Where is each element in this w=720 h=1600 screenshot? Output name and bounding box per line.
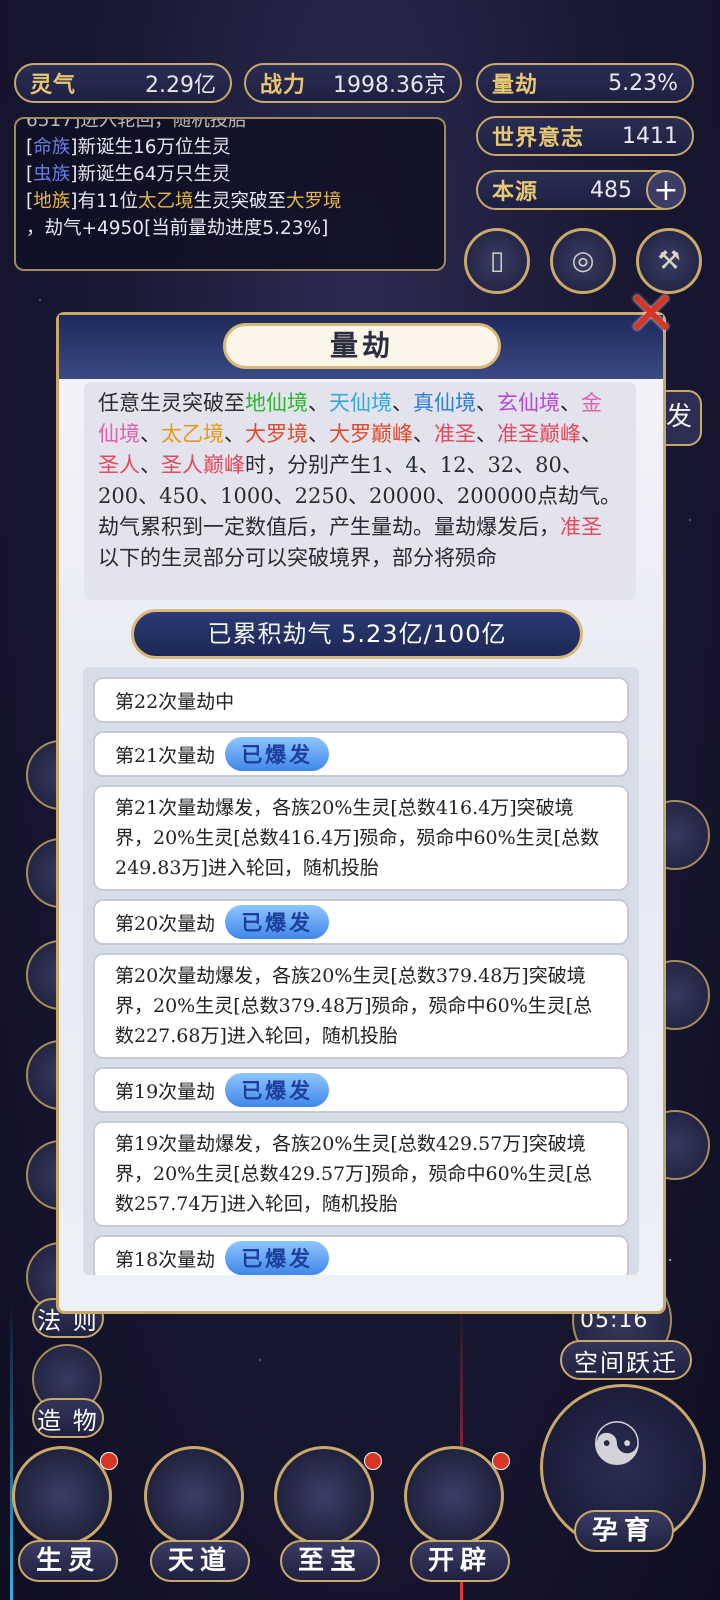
- liangjie-value: 5.23%: [608, 70, 678, 96]
- shijie-value: 1411: [622, 123, 678, 149]
- row-title: 第18次量劫: [115, 1248, 216, 1271]
- list-item: 第18次量劫 已爆发: [93, 1235, 629, 1275]
- liangjie-chip[interactable]: 量劫 5.23%: [476, 63, 694, 103]
- desc-sep: 、: [560, 391, 581, 415]
- list-item: 第19次量劫 已爆发: [93, 1067, 629, 1113]
- desc-sep: 、: [413, 422, 434, 446]
- benyuan-chip[interactable]: 本源 485 +: [476, 170, 686, 210]
- lingqi-value: 2.29亿: [145, 73, 216, 98]
- shijie-label: 世界意志: [492, 126, 585, 151]
- realm-name: 准圣: [560, 515, 602, 539]
- realm-name: 真仙境: [413, 391, 476, 415]
- book-icon[interactable]: ▯: [464, 228, 530, 294]
- desc-text: 任意生灵突破至: [98, 391, 245, 415]
- desc-sep: 、: [308, 391, 329, 415]
- realm-name: 圣人巅峰: [161, 453, 245, 477]
- desc-sep: 、: [392, 391, 413, 415]
- shijie-chip[interactable]: 世界意志 1411: [476, 116, 694, 156]
- desc-sep: 、: [224, 422, 245, 446]
- kongjian-button[interactable]: 空间跃迁: [560, 1340, 692, 1380]
- log-text: 生灵突破至: [193, 191, 287, 212]
- benyuan-label: 本源: [492, 180, 539, 205]
- status-badge: 已爆发: [225, 1073, 330, 1107]
- row-detail: 第20次量劫爆发，各族20%生灵[总数379.48万]突破境界，20%生灵[总数…: [93, 953, 629, 1059]
- realm-name: 地仙境: [245, 391, 308, 415]
- close-button[interactable]: ✕: [621, 277, 681, 350]
- tab-shengling[interactable]: 生灵: [18, 1540, 118, 1582]
- zhanli-value: 1998.36京: [333, 73, 446, 98]
- event-log[interactable]: 6517]进入轮回，随机投胎 [命族]新诞生16万位生灵 [虫族]新诞生64万只…: [14, 117, 446, 271]
- realm-name: 玄仙境: [497, 391, 560, 415]
- log-text: 新诞生16万位生灵: [77, 137, 231, 158]
- lingqi-label: 灵气: [30, 73, 77, 98]
- log-line: [虫族]新诞生64万只生灵: [26, 164, 231, 185]
- status-badge: 已爆发: [225, 737, 330, 771]
- desc-sep: 、: [476, 422, 497, 446]
- notification-dot: [364, 1452, 382, 1470]
- liangjie-history-list[interactable]: 第22次量劫中 第21次量劫 已爆发 第21次量劫爆发，各族20%生灵[总数41…: [83, 667, 639, 1275]
- row-title: 第19次量劫: [115, 1080, 216, 1103]
- tab-yunyu[interactable]: 孕育: [574, 1510, 674, 1552]
- tab-tiandao[interactable]: 天道: [150, 1540, 250, 1582]
- status-badge: 已爆发: [225, 905, 330, 939]
- log-line: 6517]进入轮回，随机投胎: [26, 117, 247, 131]
- benyuan-value: 485: [590, 177, 632, 203]
- list-item: 第22次量劫中: [93, 677, 629, 723]
- realm-name: 圣人: [98, 453, 140, 477]
- row-title: 第22次量劫中: [115, 690, 235, 713]
- zhanli-chip[interactable]: 战力 1998.36京: [244, 63, 462, 103]
- status-badge: 已爆发: [225, 1241, 330, 1275]
- log-line: ，劫气+4950[当前量劫进度5.23%]: [26, 218, 329, 239]
- desc-sep: 、: [140, 422, 161, 446]
- zhanli-label: 战力: [260, 73, 307, 98]
- accumulated-jieqi-banner: 已累积劫气 5.23亿/100亿: [131, 609, 583, 659]
- log-tag: 命族: [33, 137, 71, 158]
- realm-name: 天仙境: [329, 391, 392, 415]
- tab-kaipi[interactable]: 开辟: [410, 1540, 510, 1582]
- accum-value: 5.23亿/100亿: [341, 620, 507, 648]
- desc-sep: 、: [581, 422, 602, 446]
- log-line: [地族]有11位太乙境生灵突破至大罗境: [26, 191, 342, 212]
- row-detail: 第19次量劫爆发，各族20%生灵[总数429.57万]突破境界，20%生灵[总数…: [93, 1121, 629, 1227]
- list-item: 第20次量劫 已爆发: [93, 899, 629, 945]
- log-text: 有11位: [77, 191, 138, 212]
- light-beam: [10, 1300, 13, 1600]
- liangjie-dialog: 量劫 ✕ 任意生灵突破至地仙境、天仙境、真仙境、玄仙境、金仙境、太乙境、大罗境、…: [56, 277, 677, 1314]
- realm-name: 大罗境: [245, 422, 308, 446]
- tiandao-icon[interactable]: [144, 1446, 244, 1546]
- shengling-icon[interactable]: [12, 1446, 112, 1546]
- row-detail: 第21次量劫爆发，各族20%生灵[总数416.4万]突破境界，20%生灵[总数4…: [93, 785, 629, 891]
- log-realm: 大罗境: [286, 191, 342, 212]
- spirit-icon: ☯: [590, 1410, 644, 1480]
- liangjie-label: 量劫: [492, 73, 539, 98]
- kaipi-icon[interactable]: [404, 1446, 504, 1546]
- row-title: 第21次量劫: [115, 744, 216, 767]
- tab-zhibao[interactable]: 至宝: [280, 1540, 380, 1582]
- log-realm: 太乙境: [138, 191, 194, 212]
- desc-text: 以下的生灵部分可以突破境界，部分将殒命: [98, 546, 497, 570]
- realm-name: 准圣巅峰: [497, 422, 581, 446]
- log-tag: 虫族: [33, 164, 71, 185]
- dialog-description: 任意生灵突破至地仙境、天仙境、真仙境、玄仙境、金仙境、太乙境、大罗境、大罗巅峰、…: [84, 382, 636, 600]
- list-item: 第21次量劫 已爆发: [93, 731, 629, 777]
- realm-name: 太乙境: [161, 422, 224, 446]
- lingqi-chip[interactable]: 灵气 2.29亿: [14, 63, 232, 103]
- desc-sep: 、: [476, 391, 497, 415]
- realm-name: 准圣: [434, 422, 476, 446]
- row-title: 第20次量劫: [115, 912, 216, 935]
- log-text: 新诞生64万只生灵: [77, 164, 231, 185]
- desc-sep: 、: [308, 422, 329, 446]
- log-tag: 地族: [33, 191, 71, 212]
- dialog-title: 量劫: [223, 323, 501, 369]
- add-benyuan-button[interactable]: +: [646, 170, 686, 210]
- zaowu-button[interactable]: 造 物: [32, 1398, 104, 1438]
- zhibao-icon[interactable]: [274, 1446, 374, 1546]
- notification-dot: [492, 1452, 510, 1470]
- vortex-icon[interactable]: ◎: [550, 228, 616, 294]
- log-line: [命族]新诞生16万位生灵: [26, 137, 231, 158]
- desc-sep: 、: [140, 453, 161, 477]
- notification-dot: [100, 1452, 118, 1470]
- accum-label: 已累积劫气: [207, 620, 333, 648]
- realm-name: 大罗巅峰: [329, 422, 413, 446]
